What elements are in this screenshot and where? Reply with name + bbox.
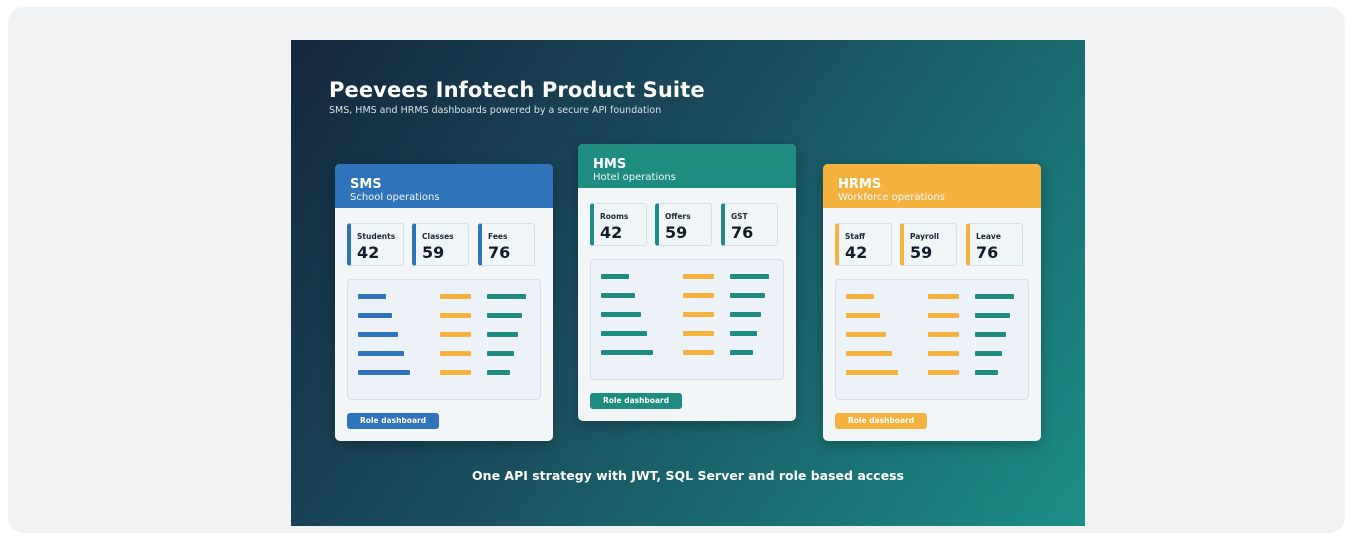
- chart-bar: [487, 313, 522, 318]
- chart-bar: [730, 274, 769, 279]
- stat-label: Payroll: [910, 232, 940, 241]
- chart-bar: [928, 370, 959, 375]
- stat-value: 42: [600, 223, 623, 242]
- hms-card-title: HMS: [593, 157, 627, 172]
- stat-value: 42: [357, 243, 380, 262]
- stat-label: Leave: [976, 232, 1001, 241]
- chart-bar: [440, 294, 471, 299]
- chart-bar: [846, 313, 880, 318]
- banner-footer-tagline: One API strategy with JWT, SQL Server an…: [472, 468, 904, 483]
- stat-fees: Fees 76: [478, 223, 535, 266]
- sms-card: SMS School operations Students 42 Classe…: [335, 164, 553, 441]
- chart-bar: [683, 293, 714, 298]
- stat-rooms: Rooms 42: [590, 203, 647, 246]
- stat-label: GST: [731, 212, 748, 221]
- chart-bar: [975, 294, 1014, 299]
- stat-students: Students 42: [347, 223, 404, 266]
- sms-chart-panel: [347, 279, 541, 400]
- hms-card: HMS Hotel operations Rooms 42 Offers 59 …: [578, 144, 796, 421]
- stat-label: Rooms: [600, 212, 629, 221]
- chart-bar: [601, 331, 647, 336]
- hms-card-header: HMS Hotel operations: [578, 144, 796, 188]
- stat-label: Students: [357, 232, 396, 241]
- banner-title: Peevees Infotech Product Suite: [329, 78, 705, 102]
- chart-bar: [601, 293, 635, 298]
- chart-bar: [440, 351, 471, 356]
- page-background: Peevees Infotech Product Suite SMS, HMS …: [8, 7, 1345, 533]
- chart-bar: [730, 350, 753, 355]
- stat-label: Classes: [422, 232, 454, 241]
- chart-bar: [846, 332, 886, 337]
- stat-value: 76: [731, 223, 754, 242]
- chart-bar: [601, 350, 653, 355]
- banner-subtitle: SMS, HMS and HRMS dashboards powered by …: [329, 105, 662, 116]
- hrms-chart-panel: [835, 279, 1029, 400]
- stat-value: 59: [665, 223, 688, 242]
- chart-bar: [440, 370, 471, 375]
- chart-bar: [846, 294, 874, 299]
- stat-value: 42: [845, 243, 868, 262]
- chart-bar: [730, 293, 765, 298]
- role-dashboard-button[interactable]: Role dashboard: [590, 393, 683, 409]
- sms-card-header: SMS School operations: [335, 164, 553, 208]
- chart-bar: [358, 313, 392, 318]
- chart-bar: [928, 351, 959, 356]
- sms-card-title: SMS: [350, 177, 382, 192]
- stat-value: 76: [488, 243, 511, 262]
- chart-bar: [683, 274, 714, 279]
- chart-bar: [975, 370, 998, 375]
- stat-offers: Offers 59: [655, 203, 712, 246]
- stat-label: Offers: [665, 212, 691, 221]
- chart-bar: [601, 274, 629, 279]
- chart-bar: [358, 332, 398, 337]
- stat-value: 76: [976, 243, 999, 262]
- chart-bar: [730, 312, 761, 317]
- chart-bar: [358, 370, 410, 375]
- chart-bar: [358, 294, 386, 299]
- chart-bar: [683, 331, 714, 336]
- role-dashboard-button[interactable]: Role dashboard: [835, 413, 928, 429]
- role-dashboard-button[interactable]: Role dashboard: [347, 413, 440, 429]
- stat-leave: Leave 76: [966, 223, 1023, 266]
- chart-bar: [975, 332, 1006, 337]
- chart-bar: [975, 313, 1010, 318]
- chart-bar: [846, 351, 892, 356]
- hms-card-subtitle: Hotel operations: [593, 172, 676, 183]
- chart-bar: [928, 294, 959, 299]
- hrms-card-subtitle: Workforce operations: [838, 192, 945, 203]
- chart-bar: [487, 351, 514, 356]
- stat-gst: GST 76: [721, 203, 778, 246]
- chart-bar: [358, 351, 404, 356]
- chart-bar: [730, 331, 757, 336]
- chart-bar: [683, 350, 714, 355]
- hrms-card-header: HRMS Workforce operations: [823, 164, 1041, 208]
- chart-bar: [928, 313, 959, 318]
- chart-bar: [975, 351, 1002, 356]
- stat-payroll: Payroll 59: [900, 223, 957, 266]
- chart-bar: [440, 332, 471, 337]
- stat-classes: Classes 59: [412, 223, 469, 266]
- chart-bar: [487, 294, 526, 299]
- sms-card-subtitle: School operations: [350, 192, 440, 203]
- stat-value: 59: [422, 243, 445, 262]
- chart-bar: [928, 332, 959, 337]
- hms-chart-panel: [590, 259, 784, 380]
- stat-staff: Staff 42: [835, 223, 892, 266]
- product-suite-banner: Peevees Infotech Product Suite SMS, HMS …: [291, 40, 1085, 526]
- hrms-card: HRMS Workforce operations Staff 42 Payro…: [823, 164, 1041, 441]
- stat-label: Fees: [488, 232, 508, 241]
- chart-bar: [601, 312, 641, 317]
- chart-bar: [846, 370, 898, 375]
- chart-bar: [683, 312, 714, 317]
- chart-bar: [487, 370, 510, 375]
- stat-value: 59: [910, 243, 933, 262]
- stat-label: Staff: [845, 232, 866, 241]
- chart-bar: [487, 332, 518, 337]
- hrms-card-title: HRMS: [838, 177, 882, 192]
- chart-bar: [440, 313, 471, 318]
